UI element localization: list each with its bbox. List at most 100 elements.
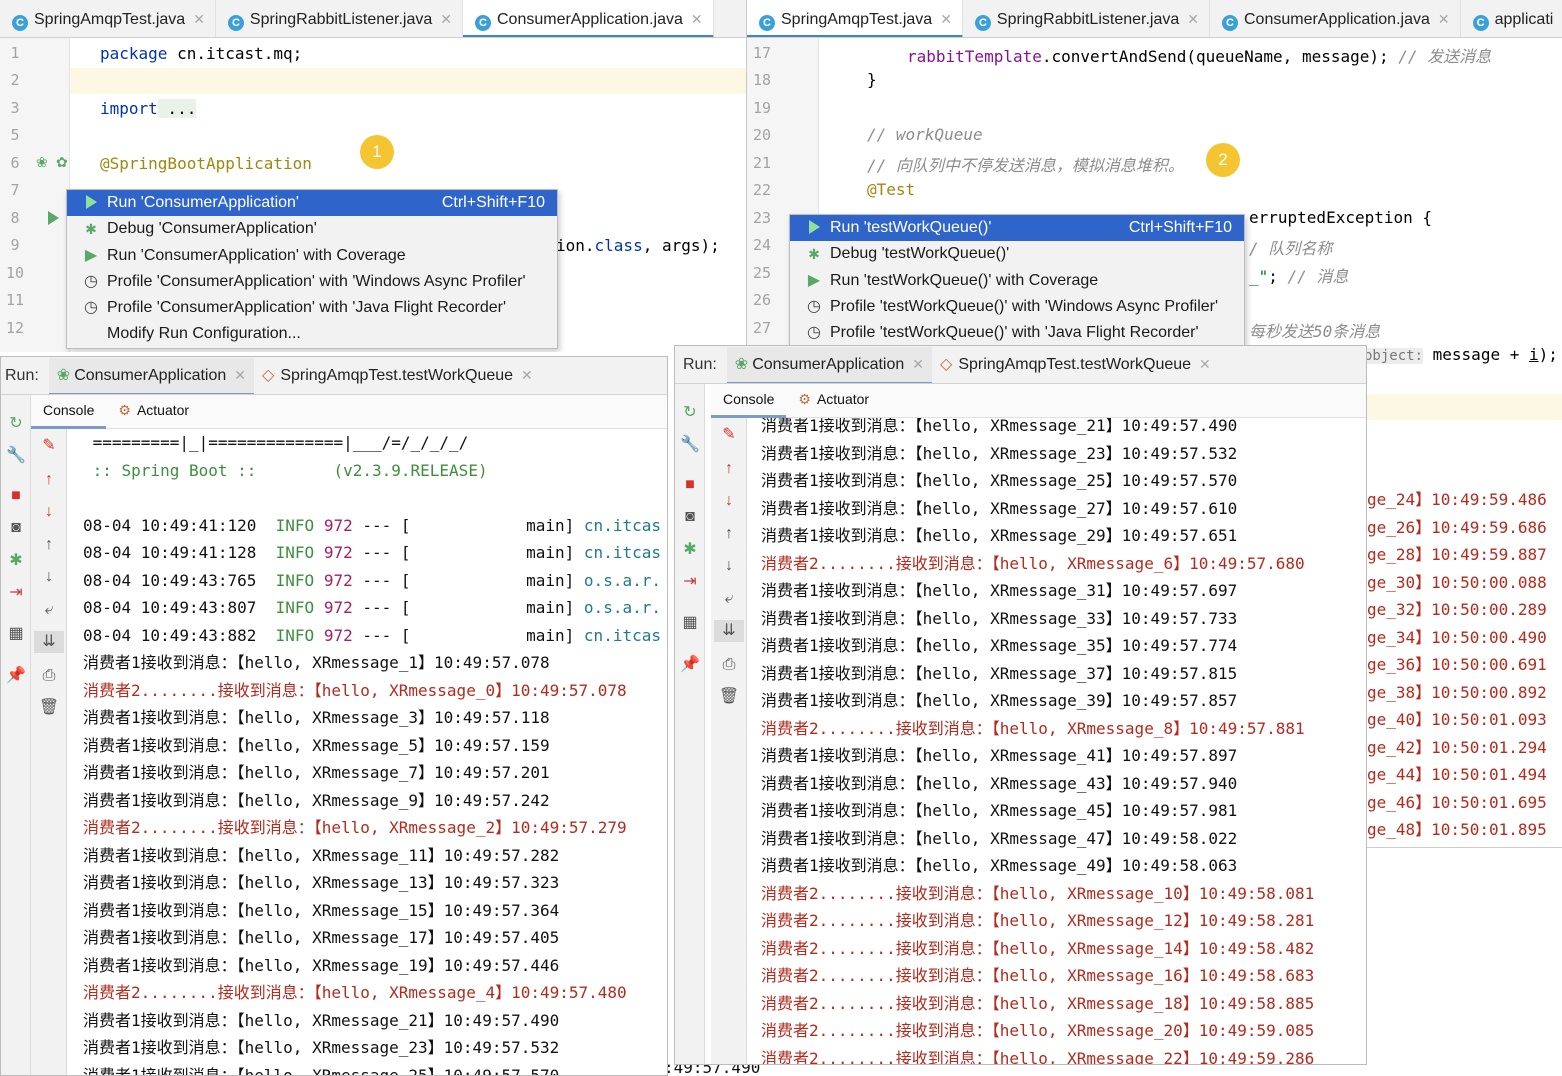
- file-tab[interactable]: Capplicati: [1461, 1, 1562, 37]
- menu-item-coverage[interactable]: ▶ Run 'ConsumerApplication' with Coverage: [67, 243, 557, 269]
- run-tab-test[interactable]: ◇ SpringAmqpTest.testWorkQueue ✕: [254, 358, 541, 393]
- menu-item-profile-jfr[interactable]: ◷ Profile 'ConsumerApplication' with 'Jav…: [67, 295, 557, 321]
- console-message: 消费者1接收到消息：【hello, XRmessage_7】10:49:57.2…: [83, 763, 550, 782]
- file-tab[interactable]: C SpringAmqpTest.java ✕: [0, 0, 216, 37]
- file-tab[interactable]: C SpringRabbitListener.java ✕: [216, 0, 463, 37]
- spring-bean-icon[interactable]: ❀: [36, 154, 48, 171]
- tab-actuator[interactable]: ⚙ Actuator: [106, 395, 201, 426]
- right-run-window: Run: ❀ ConsumerApplication ✕ ◇ SpringAmqpTest…: [674, 345, 1367, 1065]
- file-tab-active[interactable]: C SpringAmqpTest.java ✕: [747, 0, 963, 37]
- console-message: 消费者1接收到消息：【hello, XRmessage_35】10:49:57.…: [761, 636, 1238, 655]
- code-line: // 向队列中不停发送消息，模拟消息堆积。: [867, 156, 1184, 175]
- trash-icon[interactable]: 🗑: [714, 686, 744, 708]
- scroll-down-icon[interactable]: ↓: [34, 566, 64, 588]
- line-number: 11: [5, 291, 25, 309]
- console-message: 消费者2........接收到消息：【hello, XRmessage_2】10…: [83, 818, 627, 837]
- close-icon[interactable]: ✕: [234, 367, 246, 383]
- scroll-to-end-icon[interactable]: ⇊: [714, 620, 744, 642]
- run-tab-test[interactable]: ◇ SpringAmqpTest.testWorkQueue ✕: [932, 347, 1219, 382]
- close-icon[interactable]: ✕: [521, 367, 533, 383]
- console-subtabs: Console ⚙ Actuator: [711, 384, 1366, 418]
- tab-console[interactable]: Console: [711, 384, 787, 418]
- layout-icon[interactable]: ▦: [1, 623, 31, 645]
- wrench-icon[interactable]: 🔧: [1, 445, 31, 467]
- stop-icon[interactable]: ■: [1, 485, 31, 507]
- console-message: ge_32】10:50:00.289: [1367, 600, 1547, 619]
- menu-item-coverage[interactable]: ▶ Run 'testWorkQueue()' with Coverage: [790, 268, 1244, 294]
- close-icon[interactable]: ✕: [691, 11, 703, 27]
- console-message: 消费者1接收到消息：【hello, XRmessage_29】10:49:57.…: [761, 526, 1238, 545]
- login-icon[interactable]: ⇥: [1, 582, 31, 604]
- menu-item-profile-async[interactable]: ◷ Profile 'ConsumerApplication' with 'Win…: [67, 269, 557, 295]
- scroll-to-end-icon[interactable]: ⇊: [34, 631, 64, 653]
- scroll-up-icon[interactable]: ↑: [714, 523, 744, 545]
- layout-icon[interactable]: ▦: [675, 612, 705, 634]
- close-icon[interactable]: ✕: [1199, 356, 1211, 372]
- soft-wrap-icon[interactable]: ⤶: [34, 599, 64, 621]
- console-message: ge_38】10:50:00.892: [1367, 682, 1547, 702]
- login-icon[interactable]: ⇥: [675, 571, 705, 593]
- profiler-icon: ◷: [807, 297, 821, 315]
- stop-icon[interactable]: ■: [675, 474, 705, 496]
- camera-icon[interactable]: ◙: [675, 506, 705, 528]
- up-arrow-icon[interactable]: ↑: [34, 469, 64, 491]
- run-gutter-icon[interactable]: [48, 210, 59, 227]
- down-arrow-icon[interactable]: ↓: [714, 490, 744, 512]
- debug-icon[interactable]: ✱: [1, 550, 31, 572]
- file-tab-active[interactable]: C ConsumerApplication.java ✕: [463, 0, 714, 37]
- file-tab[interactable]: C SpringRabbitListener.java ✕: [963, 0, 1210, 37]
- close-icon[interactable]: ✕: [940, 11, 952, 27]
- pin-icon[interactable]: 📌: [1, 665, 31, 687]
- close-icon[interactable]: ✕: [1438, 11, 1450, 27]
- line-number: 10: [5, 264, 25, 282]
- close-icon[interactable]: ✕: [912, 356, 924, 372]
- run-tab-consumer[interactable]: ❀ ConsumerApplication ✕: [726, 347, 933, 383]
- rerun-icon[interactable]: ↻: [675, 402, 705, 424]
- close-icon[interactable]: ✕: [440, 11, 452, 27]
- code-line: object: message + i);: [1364, 345, 1558, 364]
- menu-item-modify-config[interactable]: Modify Run Configuration...: [67, 321, 557, 347]
- menu-item-profile-jfr[interactable]: ◷ Profile 'testWorkQueue()' with 'Java Fl…: [790, 320, 1244, 346]
- menu-item-run[interactable]: Run 'testWorkQueue()' Ctrl+Shift+F10: [790, 215, 1244, 242]
- current-line-highlight: [70, 68, 746, 94]
- test-icon: ◇: [940, 356, 953, 373]
- close-icon[interactable]: ✕: [193, 11, 205, 27]
- console-side-toolbar: ✎ ↑ ↓ ↑ ↓ ⤶ ⇊ ⎙ 🗑: [31, 429, 67, 1075]
- menu-item-profile-async[interactable]: ◷ Profile 'testWorkQueue()' with 'Windows…: [790, 294, 1244, 320]
- profiler-icon: ◷: [807, 324, 821, 342]
- console-message: 消费者2........接收到消息：【hello, XRmessage_20】1…: [761, 1021, 1315, 1040]
- camera-icon[interactable]: ◙: [1, 517, 31, 539]
- scroll-down-icon[interactable]: ↓: [714, 555, 744, 577]
- current-line-highlight: [1366, 394, 1562, 420]
- down-arrow-icon[interactable]: ↓: [34, 501, 64, 523]
- print-icon[interactable]: ⎙: [714, 654, 744, 676]
- print-icon[interactable]: ⎙: [34, 665, 64, 687]
- trash-icon[interactable]: 🗑: [34, 697, 64, 719]
- folded-code[interactable]: ...: [157, 99, 197, 118]
- menu-item-run[interactable]: Run 'ConsumerApplication' Ctrl+Shift+F10: [67, 190, 557, 217]
- line-number: 18: [752, 71, 772, 89]
- boot-banner-line: =========|_|==============|___/=/_/_/_/: [83, 433, 469, 452]
- run-label: Run:: [5, 367, 39, 384]
- edit-icon[interactable]: ✎: [34, 435, 64, 457]
- menu-item-debug[interactable]: ✱ Debug 'ConsumerApplication': [67, 216, 557, 242]
- tab-console[interactable]: Console: [31, 395, 107, 429]
- log-thread: main]: [526, 543, 584, 562]
- file-tab[interactable]: C ConsumerApplication.java ✕: [1210, 0, 1461, 37]
- rerun-icon[interactable]: ↻: [1, 413, 31, 435]
- spring-bean-icon[interactable]: ✿: [56, 154, 68, 171]
- close-icon[interactable]: ✕: [1187, 11, 1199, 27]
- scroll-up-icon[interactable]: ↑: [34, 534, 64, 556]
- wrench-icon[interactable]: 🔧: [675, 434, 705, 456]
- up-arrow-icon[interactable]: ↑: [714, 458, 744, 480]
- left-editor-window: C SpringAmqpTest.java ✕ C SpringRabbitListen…: [0, 0, 746, 352]
- coverage-icon: ▶: [84, 246, 98, 264]
- run-tab-consumer[interactable]: ❀ ConsumerApplication ✕: [48, 358, 255, 394]
- tab-actuator[interactable]: ⚙ Actuator: [786, 384, 881, 415]
- pin-icon[interactable]: 📌: [675, 654, 705, 676]
- edit-icon[interactable]: ✎: [714, 424, 744, 446]
- debug-icon[interactable]: ✱: [675, 539, 705, 561]
- soft-wrap-icon[interactable]: ⤶: [714, 588, 744, 610]
- menu-item-debug[interactable]: ✱ Debug 'testWorkQueue()': [790, 241, 1244, 267]
